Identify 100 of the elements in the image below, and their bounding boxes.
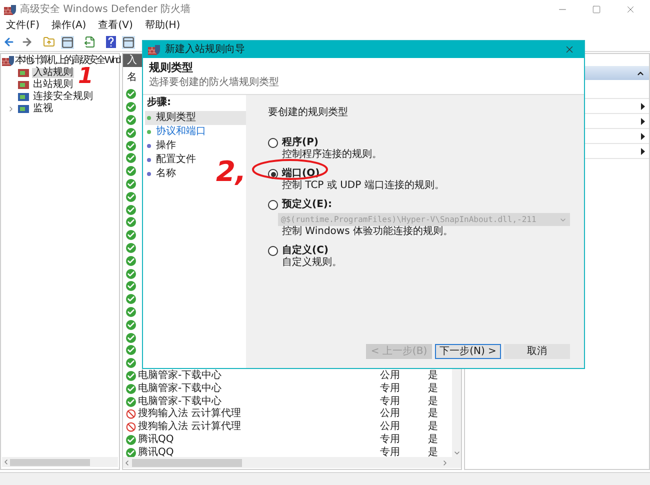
tree-item[interactable]: 入站规则 xyxy=(32,68,74,78)
option-description: 自定义规则。 xyxy=(282,258,343,268)
profile-cell-text: 公用 xyxy=(380,409,401,420)
dialog-button[interactable]: 下一步(N) > xyxy=(435,344,501,359)
scroll-down-icon[interactable] xyxy=(452,449,460,457)
help-icon[interactable] xyxy=(106,36,116,48)
annotation-number: 2, xyxy=(216,158,246,186)
close-icon[interactable] xyxy=(625,4,636,15)
column-header[interactable]: 名 xyxy=(127,72,137,82)
allow-icon xyxy=(126,242,136,253)
allow-icon xyxy=(126,114,136,125)
allow-icon xyxy=(126,153,136,164)
prompt-text: 要创建的规则类型 xyxy=(268,108,349,118)
dialog-subheading: 选择要创建的防火墙规则类型 xyxy=(149,78,280,88)
radio-button[interactable] xyxy=(268,246,278,256)
allow-icon xyxy=(126,192,136,202)
profile-cell-text: 公用 xyxy=(380,370,401,381)
panel-icon[interactable] xyxy=(122,36,135,48)
rule-name: 搜狗输入法 云计算代理 xyxy=(138,422,242,432)
allow-icon xyxy=(126,306,136,317)
back-icon[interactable] xyxy=(3,36,15,48)
scrollbar-thumb[interactable] xyxy=(132,458,242,466)
dialog-heading: 规则类型 xyxy=(149,62,194,73)
rule-name: 搜狗输入法 云计算代理 xyxy=(138,409,242,420)
scroll-right-icon[interactable] xyxy=(441,458,449,466)
scroll-left-icon[interactable] xyxy=(2,458,10,466)
step-label: 名称 xyxy=(156,169,176,179)
block-icon xyxy=(126,409,136,420)
enabled-cell: 是 xyxy=(428,396,438,407)
profile-cell-text: 公用 xyxy=(380,422,401,432)
allow-icon xyxy=(126,370,136,381)
profile-cell-text: 专用 xyxy=(380,384,401,394)
allow-icon xyxy=(126,396,136,407)
step-link: 协议和端口 xyxy=(156,127,206,137)
menu-item[interactable]: 操作(A) xyxy=(52,21,86,31)
scrollbar-thumb[interactable] xyxy=(10,458,90,466)
allow-icon xyxy=(126,320,136,330)
allow-icon xyxy=(126,102,136,112)
dialog-title: 新建入站规则向导 xyxy=(165,44,245,54)
allow-icon xyxy=(126,294,136,304)
enabled-cell: 是 xyxy=(428,434,438,445)
option-description: 控制 TCP 或 UDP 端口连接的规则。 xyxy=(282,181,446,191)
enabled-cell: 是 xyxy=(428,384,438,394)
radio-button[interactable] xyxy=(268,138,278,148)
expand-icon[interactable] xyxy=(7,105,15,113)
option-label[interactable]: 预定义(E): xyxy=(282,200,332,210)
allow-icon xyxy=(126,332,136,343)
close-icon[interactable] xyxy=(564,44,575,55)
step-item[interactable]: 协议和端口 xyxy=(145,125,208,139)
step-item[interactable]: 配置文件 xyxy=(145,153,198,167)
enabled-cell: 是 xyxy=(428,409,438,420)
tree-item[interactable]: 出站规则 xyxy=(32,80,74,90)
network-icon xyxy=(18,104,29,114)
submenu-arrow-icon[interactable] xyxy=(641,132,645,140)
forward-icon[interactable] xyxy=(21,36,33,48)
allow-icon xyxy=(126,281,136,292)
menu-item[interactable]: 帮助(H) xyxy=(144,21,180,31)
allow-icon xyxy=(126,166,136,176)
scroll-left-icon[interactable] xyxy=(123,458,131,466)
firewall-icon xyxy=(4,4,16,16)
allow-icon xyxy=(126,256,136,266)
rule-name: 腾讯QQ xyxy=(138,434,174,445)
radio-button[interactable] xyxy=(268,200,278,210)
option-label[interactable]: 程序(P) xyxy=(282,138,318,148)
allow-icon xyxy=(126,140,136,151)
allow-icon xyxy=(126,345,136,356)
step-label: 规则类型 xyxy=(156,113,196,123)
menu-item[interactable]: 查看(V) xyxy=(98,21,133,31)
dialog-button[interactable]: 取消 xyxy=(504,344,570,359)
allow-icon xyxy=(126,178,136,189)
tree-item[interactable]: 连接安全规则 xyxy=(32,92,94,102)
enabled-cell: 是 xyxy=(428,422,438,432)
allow-icon xyxy=(126,384,136,394)
allow-icon xyxy=(126,217,136,228)
rule-name: 腾讯QQ xyxy=(138,448,174,458)
submenu-arrow-icon[interactable] xyxy=(641,118,645,124)
enabled-cell: 是 xyxy=(428,448,438,458)
tree-item[interactable]: 监视 xyxy=(32,104,54,114)
network-icon xyxy=(18,92,29,102)
allow-icon xyxy=(126,230,136,240)
step-item[interactable]: 规则类型 xyxy=(145,111,246,125)
allow-icon xyxy=(126,448,136,458)
option-description: 控制 Windows 体验功能连接的规则。 xyxy=(282,227,454,237)
window-title: 高级安全 Windows Defender 防火墙 xyxy=(20,4,191,14)
submenu-arrow-icon[interactable] xyxy=(641,148,645,154)
step-item[interactable]: 名称 xyxy=(145,167,178,181)
tree-root[interactable]: 本地计算机 上的高级安全 Wind xyxy=(15,56,120,66)
option-label[interactable]: 自定义(C) xyxy=(282,246,328,256)
allow-icon xyxy=(126,268,136,279)
submenu-arrow-icon[interactable] xyxy=(641,102,645,110)
enabled-cell: 是 xyxy=(428,370,438,381)
rule-name: 电脑管家-下载中心 xyxy=(138,396,222,407)
menu-item[interactable]: 文件(F) xyxy=(6,21,40,31)
block-icon xyxy=(126,422,136,432)
maximize-icon[interactable] xyxy=(592,5,601,14)
step-item[interactable]: 操作 xyxy=(145,139,178,153)
export-icon[interactable] xyxy=(84,36,96,48)
annotation-number: 1 xyxy=(78,66,94,88)
allow-icon xyxy=(126,358,136,368)
panel-icon[interactable] xyxy=(61,36,74,48)
